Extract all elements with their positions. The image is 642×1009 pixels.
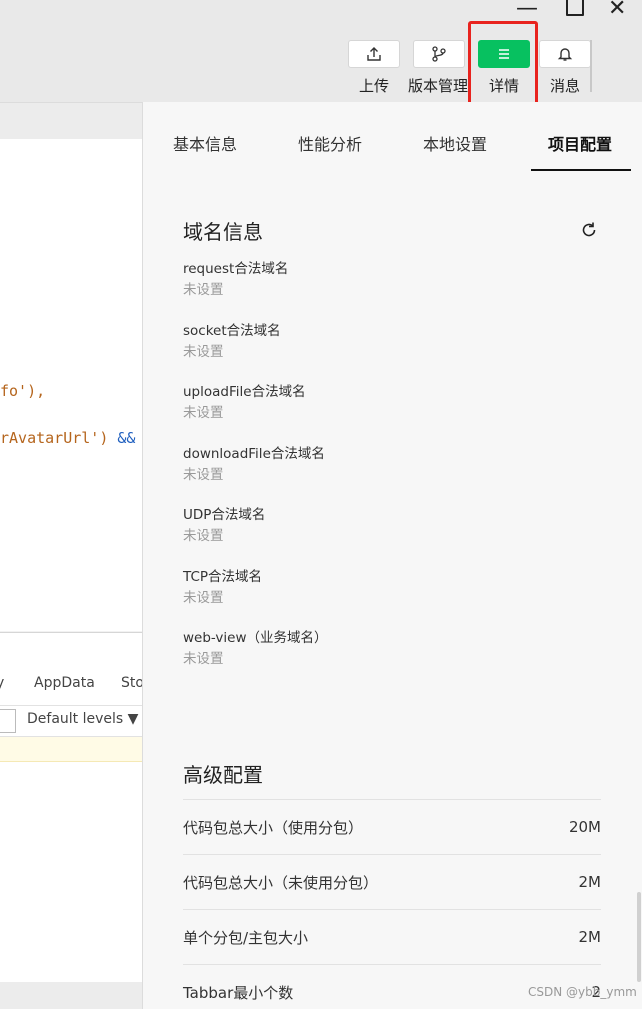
advanced-config-list: 代码包总大小（使用分包） 20M 代码包总大小（未使用分包） 2M 单个分包/主… bbox=[183, 799, 601, 1009]
messages-button[interactable]: 消息 bbox=[536, 40, 594, 96]
list-item: TCP合法域名 未设置 bbox=[183, 568, 263, 606]
advanced-section-title: 高级配置 bbox=[183, 763, 263, 787]
status-bar bbox=[0, 982, 142, 1009]
details-tabs: 基本信息 性能分析 本地设置 项目配置 bbox=[143, 102, 642, 171]
tab-performance[interactable]: 性能分析 bbox=[298, 131, 362, 155]
branch-icon bbox=[413, 40, 465, 68]
upload-button[interactable]: 上传 bbox=[345, 40, 403, 96]
messages-label: 消息 bbox=[549, 77, 580, 95]
upload-label: 上传 bbox=[358, 77, 389, 95]
console-tab-appdata[interactable]: AppData bbox=[34, 675, 95, 691]
console-tab[interactable]: y bbox=[0, 675, 4, 691]
list-item: downloadFile合法域名 未设置 bbox=[183, 445, 325, 483]
code-line: fo'), bbox=[0, 382, 46, 400]
list-item: uploadFile合法域名 未设置 bbox=[183, 384, 306, 421]
annotation-highlight-box bbox=[468, 21, 538, 105]
version-management-button[interactable]: 版本管理 bbox=[408, 40, 469, 96]
domain-section-title: 域名信息 bbox=[183, 220, 263, 244]
table-row: 单个分包/主包大小 2M bbox=[183, 909, 601, 964]
close-icon[interactable]: ✕ bbox=[608, 0, 626, 21]
filter-input[interactable] bbox=[0, 709, 16, 733]
upload-icon bbox=[348, 40, 400, 68]
list-item: socket合法域名 未设置 bbox=[183, 322, 281, 360]
console-filter-bar: Default levels ▼ bbox=[0, 705, 142, 737]
tab-local-settings[interactable]: 本地设置 bbox=[423, 131, 487, 155]
list-item: web-view（业务域名） 未设置 bbox=[183, 630, 328, 667]
details-panel: 基本信息 性能分析 本地设置 项目配置 域名信息 request合法域名 未设置… bbox=[142, 102, 642, 1009]
editor-tab-strip bbox=[0, 103, 142, 139]
toolbar-divider bbox=[590, 40, 592, 92]
bell-icon bbox=[539, 40, 591, 68]
code-line: rAvatarUrl') && bbox=[0, 429, 136, 447]
tab-basic-info[interactable]: 基本信息 bbox=[173, 131, 237, 155]
watermark: CSDN @ybb_ymm bbox=[528, 985, 637, 999]
table-row: 代码包总大小（未使用分包） 2M bbox=[183, 854, 601, 909]
refresh-icon[interactable] bbox=[579, 220, 599, 240]
domain-list: request合法域名 未设置 socket合法域名 未设置 uploadFil… bbox=[183, 260, 603, 691]
scrollbar[interactable] bbox=[637, 892, 641, 982]
minimize-icon[interactable]: — bbox=[516, 0, 538, 21]
title-bar: — ✕ 上传 版本管理 详情 消息 bbox=[0, 0, 642, 105]
console-warning-row bbox=[0, 737, 142, 762]
version-management-label: 版本管理 bbox=[408, 77, 469, 95]
table-row: 代码包总大小（使用分包） 20M bbox=[183, 799, 601, 854]
active-tab-indicator bbox=[531, 169, 631, 171]
levels-dropdown[interactable]: Default levels ▼ bbox=[27, 711, 138, 727]
list-item: UDP合法域名 未设置 bbox=[183, 507, 266, 544]
list-item: request合法域名 未设置 bbox=[183, 261, 289, 298]
console-tab-storage[interactable]: Sto bbox=[121, 675, 144, 691]
maximize-icon[interactable] bbox=[566, 0, 584, 16]
tab-project-config[interactable]: 项目配置 bbox=[548, 131, 612, 155]
